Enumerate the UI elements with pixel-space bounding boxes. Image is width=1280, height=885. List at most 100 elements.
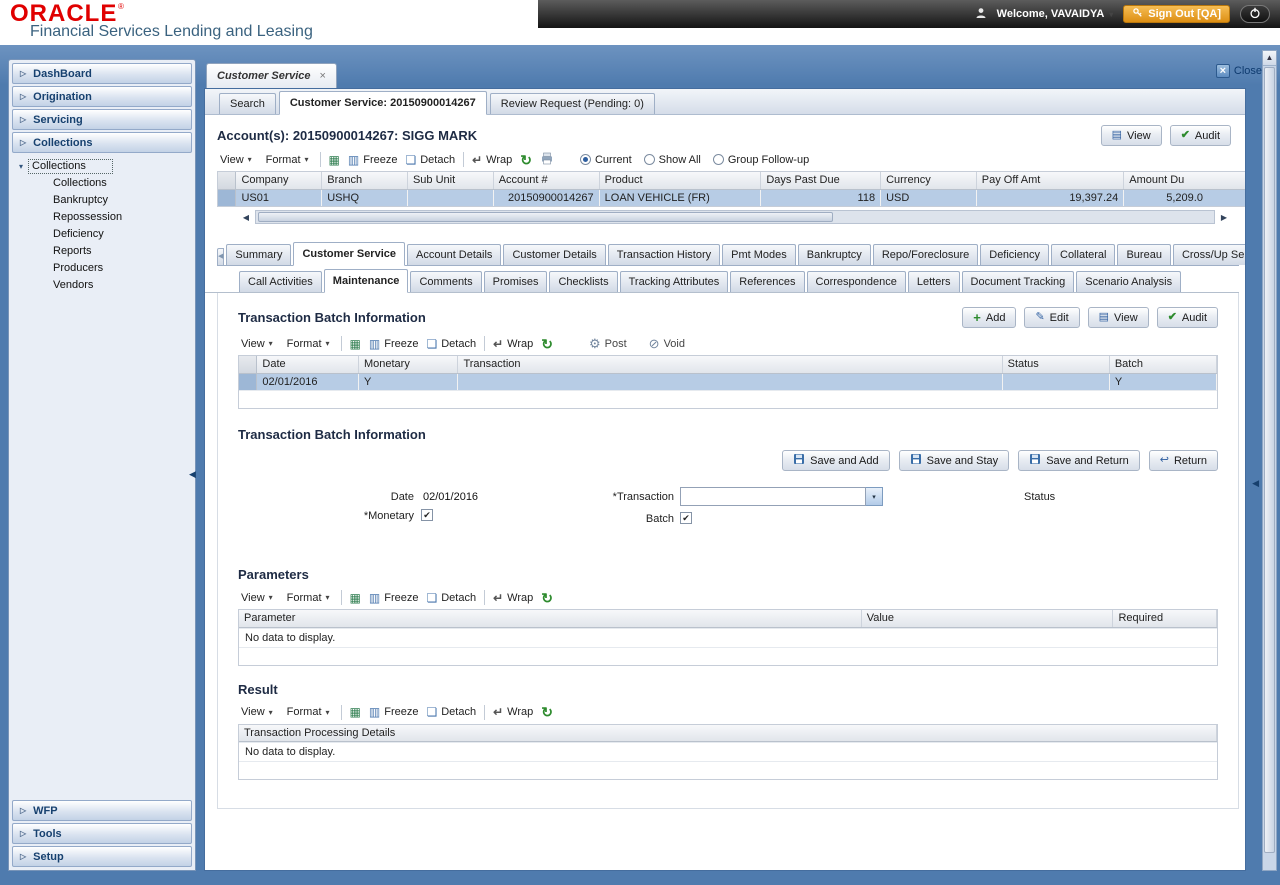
subtab-scenario-analysis[interactable]: Scenario Analysis <box>1076 271 1182 292</box>
view-menu[interactable]: View ▾ <box>238 336 276 352</box>
refresh-icon[interactable]: ↻ <box>541 591 553 605</box>
col-value[interactable]: Value <box>861 610 1114 628</box>
col-branch[interactable]: Branch <box>321 172 408 190</box>
sign-out-button[interactable]: Sign Out [QA] <box>1123 5 1230 23</box>
save-and-stay-button[interactable]: Save and Stay <box>898 450 1010 471</box>
wrap-button[interactable]: ↵ Wrap <box>493 706 533 718</box>
freeze-button[interactable]: ▥ Freeze <box>369 592 419 604</box>
subtab-tracking-attributes[interactable]: Tracking Attributes <box>619 271 729 292</box>
col-product[interactable]: Product <box>599 172 762 190</box>
save-and-return-button[interactable]: Save and Return <box>1018 450 1140 471</box>
col-transaction-processing-details[interactable]: Transaction Processing Details <box>239 724 1217 742</box>
export-icon[interactable]: ▦ <box>350 592 361 604</box>
welcome-menu[interactable]: Welcome, VAVAIDYA ▾ <box>997 8 1114 20</box>
col-parameter[interactable]: Parameter <box>239 610 862 628</box>
format-menu[interactable]: Format ▾ <box>284 590 333 606</box>
print-icon[interactable] <box>540 152 554 168</box>
col-amount-due[interactable]: Amount Du <box>1123 172 1245 190</box>
subtab-checklists[interactable]: Checklists <box>549 271 618 292</box>
scrollbar-track[interactable] <box>255 210 1215 224</box>
subtab-promises[interactable]: Promises <box>483 271 548 292</box>
view-button[interactable]: ▤ View <box>1100 125 1162 146</box>
tab-deficiency[interactable]: Deficiency <box>980 244 1049 265</box>
combo-dropdown-icon[interactable]: ▾ <box>866 487 883 506</box>
tab-customer-service[interactable]: Customer Service <box>293 242 405 266</box>
tree-item-producers[interactable]: Producers <box>19 260 191 277</box>
post-button[interactable]: ⚙ Post <box>589 337 627 350</box>
subtab-letters[interactable]: Letters <box>907 271 960 292</box>
tree-item-collections[interactable]: Collections <box>19 175 191 192</box>
col-batch[interactable]: Batch <box>1109 356 1218 374</box>
audit-button[interactable]: ✔ Audit <box>1156 307 1218 328</box>
tree-item-deficiency[interactable]: Deficiency <box>19 226 191 243</box>
wrap-button[interactable]: ↵ Wrap <box>493 592 533 604</box>
detach-button[interactable]: ❏ Detach <box>426 706 476 718</box>
wrap-button[interactable]: ↵ Wrap <box>472 154 512 166</box>
subtab-correspondence[interactable]: Correspondence <box>806 271 906 292</box>
export-icon[interactable]: ▦ <box>350 338 361 350</box>
tab-search[interactable]: Search <box>219 93 276 114</box>
tree-item-reports[interactable]: Reports <box>19 243 191 260</box>
col-currency[interactable]: Currency <box>880 172 977 190</box>
tab-collateral[interactable]: Collateral <box>1051 244 1116 265</box>
refresh-icon[interactable]: ↻ <box>541 337 553 351</box>
add-button[interactable]: + Add <box>962 307 1017 328</box>
detach-button[interactable]: ❏ Detach <box>426 338 476 350</box>
tab-close-icon[interactable]: × <box>320 70 326 82</box>
freeze-button[interactable]: ▥ Freeze <box>369 338 419 350</box>
batch-checkbox[interactable]: ✔ <box>680 512 692 524</box>
tree-node-collections[interactable]: ▾ Collections <box>19 158 191 175</box>
scroll-left-icon[interactable]: ◀ <box>239 213 253 222</box>
return-button[interactable]: ↩ Return <box>1148 450 1218 471</box>
sidebar-item-origination[interactable]: ▷ Origination <box>12 86 192 107</box>
tab-repo-foreclosure[interactable]: Repo/Foreclosure <box>872 244 979 265</box>
sidebar-item-collections[interactable]: ▷ Collections <box>12 132 192 153</box>
filter-current[interactable]: Current <box>579 154 632 166</box>
subtab-document-tracking[interactable]: Document Tracking <box>961 271 1075 292</box>
tab-cross-up-sell[interactable]: Cross/Up Se <box>1172 244 1245 265</box>
account-row[interactable]: US01 USHQ 20150900014267 LOAN VEHICLE (F… <box>218 189 1245 206</box>
edit-button[interactable]: ✎ Edit <box>1024 307 1080 328</box>
tab-account-details[interactable]: Account Details <box>407 244 502 265</box>
void-button[interactable]: ⊘ Void <box>649 337 685 350</box>
sidebar-item-tools[interactable]: ▷ Tools <box>12 823 192 844</box>
tree-item-vendors[interactable]: Vendors <box>19 277 191 294</box>
sidebar-item-servicing[interactable]: ▷ Servicing <box>12 109 192 130</box>
col-monetary[interactable]: Monetary <box>358 356 459 374</box>
view-menu[interactable]: View ▾ <box>238 704 276 720</box>
col-date[interactable]: Date <box>256 356 359 374</box>
power-button[interactable] <box>1240 5 1270 23</box>
workspace-tab-customer-service[interactable]: Customer Service × <box>206 63 337 88</box>
close-button[interactable]: × Close <box>1215 64 1262 78</box>
col-status[interactable]: Status <box>1002 356 1110 374</box>
export-icon[interactable]: ▦ <box>329 154 340 166</box>
view-button[interactable]: ▤ View <box>1087 307 1149 328</box>
batch-row[interactable]: 02/01/2016 Y Y <box>239 373 1218 390</box>
col-transaction[interactable]: Transaction <box>457 356 1003 374</box>
freeze-button[interactable]: ▥ Freeze <box>369 706 419 718</box>
subtab-references[interactable]: References <box>730 271 805 292</box>
refresh-icon[interactable]: ↻ <box>541 705 553 719</box>
detach-button[interactable]: ❏ Detach <box>405 154 455 166</box>
tab-bankruptcy[interactable]: Bankruptcy <box>797 244 871 265</box>
panel-collapse-icon[interactable]: ◀ <box>1252 478 1259 489</box>
vertical-scrollbar[interactable]: ▲ <box>1262 50 1277 871</box>
freeze-button[interactable]: ▥ Freeze <box>348 154 398 166</box>
scrollbar-thumb[interactable] <box>258 212 833 222</box>
tree-root-label[interactable]: Collections <box>28 159 113 174</box>
wrap-button[interactable]: ↵ Wrap <box>493 338 533 350</box>
tree-item-bankruptcy[interactable]: Bankruptcy <box>19 192 191 209</box>
save-and-add-button[interactable]: Save and Add <box>782 450 890 471</box>
tree-item-repossession[interactable]: Repossession <box>19 209 191 226</box>
sidebar-item-setup[interactable]: ▷ Setup <box>12 846 192 867</box>
view-menu[interactable]: View ▾ <box>217 152 255 168</box>
subtab-comments[interactable]: Comments <box>410 271 482 292</box>
col-pay-off-amt[interactable]: Pay Off Amt <box>976 172 1125 190</box>
subtab-maintenance[interactable]: Maintenance <box>323 269 409 293</box>
tree-expander-icon[interactable]: ▾ <box>19 162 23 171</box>
format-menu[interactable]: Format ▾ <box>284 704 333 720</box>
col-sub-unit[interactable]: Sub Unit <box>407 172 494 190</box>
col-company[interactable]: Company <box>235 172 323 190</box>
tab-summary[interactable]: Summary <box>226 244 292 265</box>
subtab-call-activities[interactable]: Call Activities <box>239 271 322 292</box>
